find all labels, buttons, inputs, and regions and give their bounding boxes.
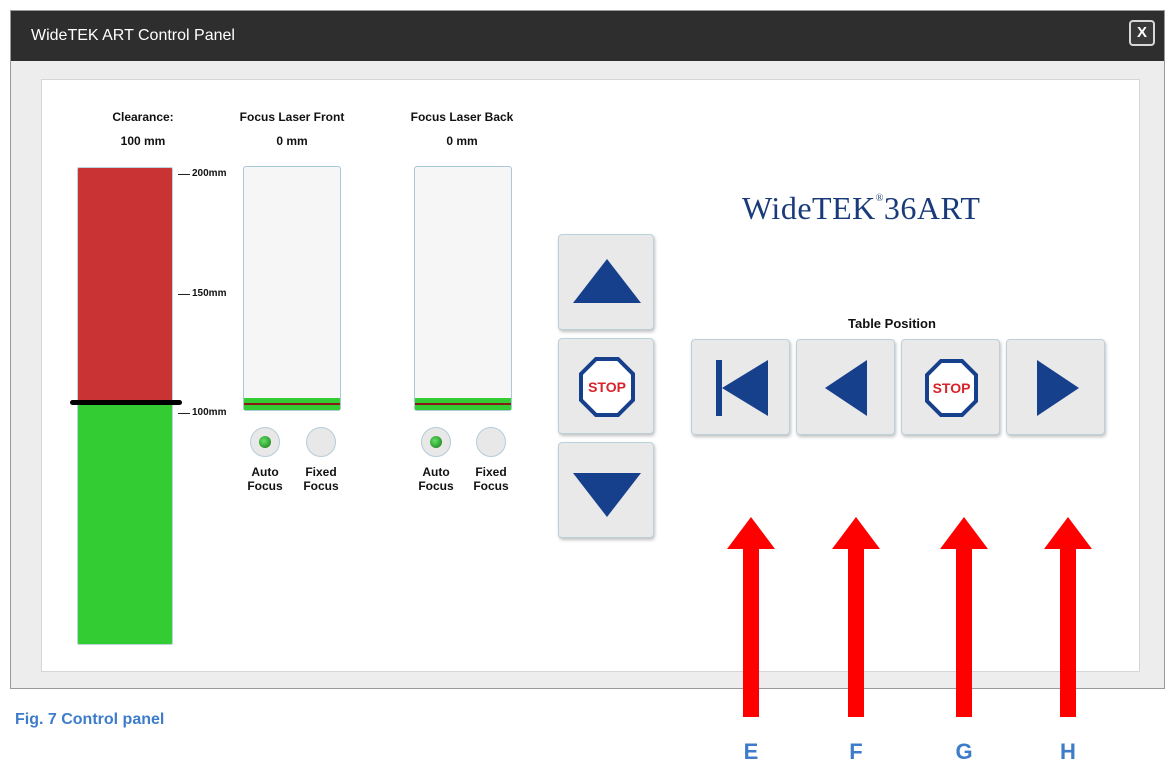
control-panel-window: WideTEK ART Control Panel X Clearance: 1… xyxy=(10,10,1165,689)
selected-indicator-icon xyxy=(259,436,271,448)
tick-label-150: 150mm xyxy=(192,288,227,299)
clearance-marker xyxy=(70,400,182,405)
logo-mark: ® xyxy=(875,193,884,204)
callout-label-g: G xyxy=(955,739,973,764)
table-left-button[interactable] xyxy=(796,339,895,435)
table-stop-label: STOP xyxy=(933,380,971,396)
clearance-label: Clearance: xyxy=(112,110,174,124)
table-position-label: Table Position xyxy=(848,316,936,331)
callout-arrow-h xyxy=(1044,517,1092,717)
logo-brand: WideTEK xyxy=(742,190,876,226)
focus-back-fixed-label: Fixed Focus xyxy=(473,465,509,493)
tick-100 xyxy=(178,413,190,414)
triangle-up-icon xyxy=(573,259,641,303)
callout-arrow-g xyxy=(940,517,988,717)
title-bar: WideTEK ART Control Panel X xyxy=(11,11,1164,61)
logo-model: 36ART xyxy=(883,190,981,226)
focus-back-auto-label: Auto Focus xyxy=(418,465,454,493)
callout-arrow-f xyxy=(832,517,880,717)
triangle-left-icon xyxy=(825,360,867,416)
focus-front-label: Focus Laser Front xyxy=(239,110,345,124)
vertical-stop-label: STOP xyxy=(588,379,626,395)
move-down-button[interactable] xyxy=(558,442,654,538)
stop-icon: STOP xyxy=(579,357,635,417)
table-home-button[interactable] xyxy=(691,339,790,435)
skip-to-start-icon xyxy=(716,360,768,416)
tick-label-200: 200mm xyxy=(192,168,227,179)
focus-front-fixed-radio[interactable] xyxy=(306,427,336,457)
close-button[interactable]: X xyxy=(1129,20,1155,46)
focus-front-fixed-label: Fixed Focus xyxy=(303,465,339,493)
focus-back-level xyxy=(415,398,511,410)
triangle-down-icon xyxy=(573,473,641,517)
focus-front-auto-radio[interactable] xyxy=(250,427,280,457)
figure-caption: Fig. 7 Control panel xyxy=(15,711,165,728)
focus-back-label: Focus Laser Back xyxy=(410,110,514,124)
vertical-stop-button[interactable]: STOP xyxy=(558,338,654,434)
table-right-button[interactable] xyxy=(1006,339,1105,435)
table-stop-button[interactable]: STOP xyxy=(901,339,1000,435)
focus-back-fixed-radio[interactable] xyxy=(476,427,506,457)
selected-indicator-icon xyxy=(430,436,442,448)
tick-200 xyxy=(178,174,190,175)
window-title: WideTEK ART Control Panel xyxy=(31,27,235,44)
clearance-gauge-lower xyxy=(78,401,172,644)
callout-arrow-e xyxy=(727,517,775,717)
focus-front-value: 0 mm xyxy=(276,134,308,148)
focus-front-level xyxy=(244,398,340,410)
focus-back-bar xyxy=(414,166,512,411)
tick-label-100: 100mm xyxy=(192,407,227,418)
focus-front-bar xyxy=(243,166,341,411)
focus-front-auto-label: Auto Focus xyxy=(247,465,283,493)
triangle-right-icon xyxy=(1037,360,1079,416)
callout-label-e: E xyxy=(743,739,759,764)
clearance-gauge xyxy=(77,167,173,645)
widetek-logo: WideTEK®36ART xyxy=(742,190,980,227)
clearance-gauge-upper xyxy=(78,168,172,403)
focus-back-auto-radio[interactable] xyxy=(421,427,451,457)
clearance-value: 100 mm xyxy=(120,134,166,148)
move-up-button[interactable] xyxy=(558,234,654,330)
callout-label-h: H xyxy=(1060,739,1076,764)
callout-label-f: F xyxy=(849,739,863,764)
stop-icon: STOP xyxy=(925,359,978,417)
tick-150 xyxy=(178,294,190,295)
focus-back-value: 0 mm xyxy=(446,134,478,148)
